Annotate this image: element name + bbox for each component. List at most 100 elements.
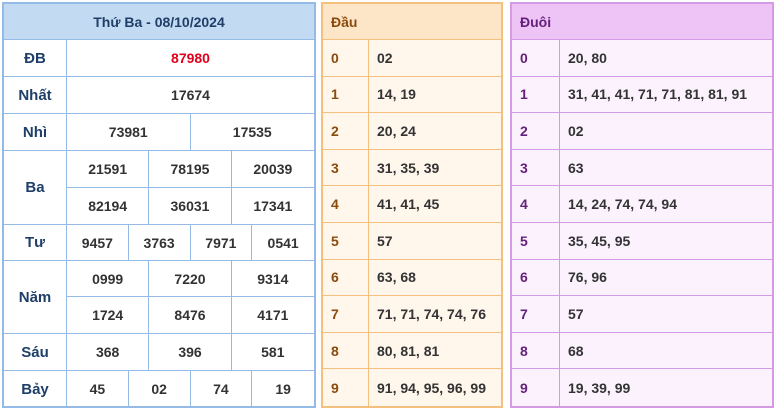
prize-number: 36031	[149, 187, 232, 224]
row-value: 14, 19	[377, 86, 416, 103]
prize-number: 20039	[231, 151, 314, 188]
row-value: 63, 68	[377, 269, 416, 286]
row-key: 5	[323, 222, 369, 259]
prize-number: 73981	[67, 114, 191, 150]
prize-number: 17535	[232, 124, 272, 140]
table-row: 1 14, 19	[323, 76, 501, 114]
table-row: 9 19, 39, 99	[512, 369, 772, 406]
row-value: 35, 45, 95	[568, 232, 631, 249]
prize-number: 45	[67, 371, 129, 407]
prize-values-first: 17674	[67, 77, 314, 114]
table-row: 5 35, 45, 95	[512, 222, 772, 260]
row-key: 1	[323, 76, 369, 113]
row-value: 76, 96	[568, 269, 607, 286]
row-key: 8	[323, 332, 369, 369]
row-key: 7	[512, 296, 560, 332]
prize-number: 8476	[149, 297, 232, 333]
results-table: Thứ Ba - 08/10/2024 ĐB 87980 Nhất 17674 …	[2, 2, 316, 408]
table-row: 8 68	[512, 332, 772, 370]
table-row: 0 02	[323, 40, 501, 77]
row-key: 3	[512, 149, 560, 186]
row-key: 0	[512, 40, 560, 76]
prize-number: 7971	[191, 225, 253, 260]
row-value: 71, 71, 74, 74, 76	[377, 305, 486, 322]
prize-number: 396	[149, 334, 232, 370]
results-grid: ĐB 87980 Nhất 17674 Nhì 73981 17535 Ba 2…	[4, 40, 314, 407]
prize-number: 4171	[257, 307, 289, 323]
prize-number: 7220	[149, 261, 232, 297]
prize-label-special: ĐB	[4, 40, 67, 77]
prize-values-sixth: 368 396 581	[67, 334, 314, 371]
prize-label-second: Nhì	[4, 114, 67, 151]
table-row: 3 31, 35, 39	[323, 149, 501, 187]
table-row: 4 41, 41, 45	[323, 186, 501, 223]
table-row: 9 91, 94, 95, 96, 99	[323, 369, 501, 406]
prize-values-fourth: 9457 3763 7971 0541	[67, 225, 314, 261]
prize-values-second: 73981 17535	[67, 114, 314, 151]
prize-label-sixth: Sáu	[4, 334, 67, 371]
table-row: 4 14, 24, 74, 74, 94	[512, 186, 772, 223]
table-row: 1 31, 41, 41, 71, 71, 81, 81, 91	[512, 76, 772, 114]
row-key: 6	[512, 259, 560, 296]
table-row: 2 02	[512, 113, 772, 150]
row-key: 7	[323, 296, 369, 332]
row-key: 1	[512, 76, 560, 113]
table-row: 6 63, 68	[323, 259, 501, 297]
row-value: 80, 81, 81	[377, 342, 440, 359]
row-key: 2	[512, 113, 560, 149]
row-value: 14, 24, 74, 74, 94	[568, 196, 677, 213]
prize-number: 9314	[231, 261, 314, 297]
row-key: 2	[323, 113, 369, 149]
table-row: 3 63	[512, 149, 772, 187]
row-key: 3	[323, 149, 369, 186]
row-key: 6	[323, 259, 369, 296]
prize-number: 17674	[171, 87, 210, 103]
head-table: Đầu 0 02 1 14, 19 2 20, 24 3 31, 35, 39 4 41,…	[321, 2, 503, 408]
row-value: 68	[568, 342, 584, 359]
table-row: 8 80, 81, 81	[323, 332, 501, 370]
prize-number: 02	[129, 371, 191, 407]
tail-table-rows: 0 20, 80 1 31, 41, 41, 71, 71, 81, 81, 91 …	[512, 40, 772, 406]
prize-number: 17341	[253, 197, 293, 214]
prize-number: 1724	[67, 297, 150, 333]
head-table-header: Đầu	[323, 4, 501, 40]
row-value: 20, 24	[377, 122, 416, 139]
prize-number: 78195	[149, 151, 232, 188]
row-key: 0	[323, 40, 369, 76]
table-row: 0 20, 80	[512, 40, 772, 77]
row-key: 4	[323, 186, 369, 222]
row-value: 91, 94, 95, 96, 99	[377, 379, 486, 396]
table-row: 7 71, 71, 74, 74, 76	[323, 296, 501, 333]
prize-number: 82194	[67, 187, 150, 224]
table-row: 6 76, 96	[512, 259, 772, 297]
row-value: 31, 41, 41, 71, 71, 81, 81, 91	[568, 86, 748, 103]
tail-table-header: Đuôi	[512, 4, 772, 40]
prize-number: 19	[275, 381, 291, 397]
prize-values-third: 21591 78195 20039 82194 36031 17341	[67, 151, 314, 225]
prize-number: 74	[191, 371, 253, 407]
row-key: 5	[512, 222, 560, 259]
prize-number: 3763	[129, 225, 191, 260]
row-key: 9	[323, 369, 369, 406]
row-value: 63	[568, 159, 584, 176]
row-value: 02	[568, 122, 584, 139]
prize-label-fifth: Năm	[4, 261, 67, 334]
prize-label-first: Nhất	[4, 77, 67, 114]
row-value: 02	[377, 49, 393, 66]
row-value: 20, 80	[568, 49, 607, 66]
row-value: 57	[568, 305, 584, 322]
prize-number: 21591	[67, 151, 150, 188]
row-value: 57	[377, 232, 393, 249]
prize-number: 87980	[171, 50, 210, 66]
prize-number: 0541	[267, 234, 299, 251]
row-value: 19, 39, 99	[568, 379, 631, 396]
prize-values-fifth: 0999 7220 9314 1724 8476 4171	[67, 261, 314, 334]
prize-label-seventh: Bảy	[4, 371, 67, 407]
row-key: 8	[512, 332, 560, 369]
prize-label-third: Ba	[4, 151, 67, 225]
row-key: 9	[512, 369, 560, 406]
row-value: 31, 35, 39	[377, 159, 440, 176]
results-title: Thứ Ba - 08/10/2024	[4, 4, 314, 40]
table-row: 5 57	[323, 222, 501, 260]
row-key: 4	[512, 186, 560, 222]
